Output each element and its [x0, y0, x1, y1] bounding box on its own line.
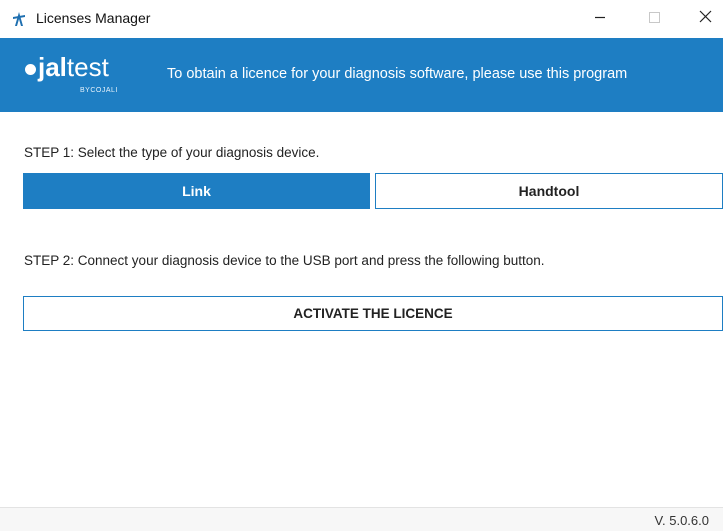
maximize-icon	[648, 10, 660, 28]
device-option-handtool[interactable]: Handtool	[375, 173, 723, 209]
status-footer: V. 5.0.6.0	[0, 508, 723, 531]
minimize-icon	[594, 10, 606, 28]
app-icon	[12, 11, 26, 27]
close-icon	[699, 10, 712, 28]
header-tagline: To obtain a licence for your diagnosis s…	[167, 66, 628, 82]
minimize-button[interactable]	[577, 0, 623, 38]
device-option-link[interactable]: Link	[23, 173, 370, 209]
logo-subtitle: BYCOJALI	[80, 87, 118, 94]
logo-text-light: test	[66, 52, 109, 82]
version-label: V. 5.0.6.0	[654, 513, 709, 528]
title-bar[interactable]: Licenses Manager	[0, 0, 723, 38]
window-title: Licenses Manager	[36, 10, 151, 26]
logo-text-bold: jal	[38, 52, 67, 82]
step1-label: STEP 1: Select the type of your diagnosi…	[24, 145, 320, 160]
close-button[interactable]	[682, 0, 723, 38]
activate-licence-button[interactable]: ACTIVATE THE LICENCE	[23, 296, 723, 331]
header-banner: jaltest BYCOJALI To obtain a licence for…	[0, 38, 723, 112]
step2-label: STEP 2: Connect your diagnosis device to…	[24, 253, 545, 268]
logo-dot-icon	[25, 64, 36, 75]
logo-wordmark: jaltest	[25, 54, 109, 80]
maximize-button[interactable]	[631, 0, 677, 38]
licenses-manager-window: Licenses Manager jaltest BYCOJALI To obt…	[0, 0, 723, 531]
jaltest-logo: jaltest BYCOJALI	[25, 54, 117, 94]
